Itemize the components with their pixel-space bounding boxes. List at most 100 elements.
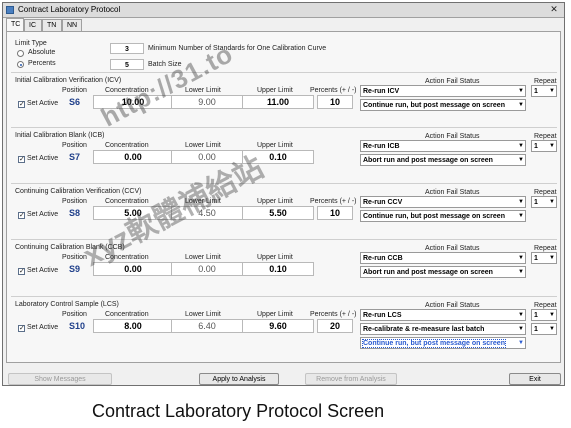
upper-limit-field[interactable]: 5.50	[242, 206, 314, 220]
chevron-down-icon[interactable]: ▼	[549, 253, 555, 263]
lower-limit-field[interactable]: 0.00	[171, 262, 243, 276]
set-active-checkbox[interactable]: ✓	[18, 268, 25, 275]
chevron-down-icon[interactable]: ▼	[549, 86, 555, 96]
set-active-checkbox[interactable]: ✓	[18, 325, 25, 332]
divider	[11, 296, 557, 297]
action-fail-status-header: Action Fail Status	[425, 245, 480, 252]
position-header: Position	[62, 87, 87, 94]
chevron-down-icon[interactable]: ▼	[518, 100, 524, 110]
chevron-down-icon[interactable]: ▼	[518, 253, 524, 263]
divider	[11, 127, 557, 128]
tab-tc[interactable]: TC	[6, 18, 24, 31]
tab-tn[interactable]: TN	[42, 19, 62, 31]
upper-limit-header: Upper Limit	[257, 87, 293, 94]
min-standards-input[interactable]: 3	[110, 43, 144, 54]
action-fail-value: Re-run ICB	[363, 143, 400, 150]
action-fail-dropdown[interactable]: Re-calibrate & re-measure last batch ▼	[360, 323, 526, 335]
concentration-header: Concentration	[105, 311, 149, 318]
set-active-checkbox[interactable]: ✓	[18, 101, 25, 108]
action-fail-value: Re-run CCB	[363, 255, 403, 262]
chevron-down-icon[interactable]: ▼	[518, 155, 524, 165]
position-header: Position	[62, 142, 87, 149]
repeat-dropdown[interactable]: 1 ▼	[531, 252, 557, 264]
repeat-header: Repeat	[534, 78, 557, 85]
repeat-value: 1	[534, 255, 538, 262]
repeat-dropdown[interactable]: 1 ▼	[531, 309, 557, 321]
position-header: Position	[62, 311, 87, 318]
chevron-down-icon[interactable]: ▼	[549, 141, 555, 151]
action-fail-value: Abort run and post message on screen	[363, 157, 493, 164]
lower-limit-header: Lower Limit	[185, 142, 221, 149]
upper-limit-header: Upper Limit	[257, 198, 293, 205]
action-fail-value: Abort run and post message on screen	[363, 269, 493, 276]
action-fail-value: Re-run ICV	[363, 88, 400, 95]
percents-radio[interactable]	[17, 61, 24, 68]
concentration-field[interactable]: 8.00	[93, 319, 173, 333]
remove-from-analysis-button[interactable]: Remove from Analysis	[305, 373, 397, 385]
action-fail-dropdown[interactable]: Re-run ICB ▼	[360, 140, 526, 152]
title-bar: Contract Laboratory Protocol ✕	[3, 3, 564, 18]
close-icon[interactable]: ✕	[547, 4, 561, 15]
repeat-dropdown[interactable]: 1 ▼	[531, 323, 557, 335]
action-fail-dropdown[interactable]: Re-run ICV ▼	[360, 85, 526, 97]
action-fail-dropdown[interactable]: Abort run and post message on screen ▼	[360, 154, 526, 166]
batch-size-input[interactable]: 5	[110, 59, 144, 70]
chevron-down-icon[interactable]: ▼	[518, 211, 524, 221]
chevron-down-icon[interactable]: ▼	[518, 310, 524, 320]
divider	[11, 183, 557, 184]
repeat-value: 1	[534, 199, 538, 206]
set-active-checkbox[interactable]: ✓	[18, 212, 25, 219]
lower-limit-field[interactable]: 6.40	[171, 319, 243, 333]
action-fail-dropdown[interactable]: Abort run and post message on screen ▼	[360, 266, 526, 278]
percents-field[interactable]: 10	[317, 206, 353, 220]
chevron-down-icon[interactable]: ▼	[518, 267, 524, 277]
chevron-down-icon[interactable]: ▼	[549, 324, 555, 334]
repeat-header: Repeat	[534, 302, 557, 309]
action-fail-dropdown[interactable]: Continue run, but post message on screen…	[360, 210, 526, 222]
section-title: Laboratory Control Sample (LCS)	[15, 301, 119, 308]
set-active-checkbox[interactable]: ✓	[18, 156, 25, 163]
section-title: Initial Calibration Blank (ICB)	[15, 132, 105, 139]
action-fail-status-header: Action Fail Status	[425, 133, 480, 140]
set-active-label: Set Active	[27, 324, 59, 331]
percents-field[interactable]: 10	[317, 95, 353, 109]
lower-limit-field[interactable]: 9.00	[171, 95, 243, 109]
upper-limit-field[interactable]: 11.00	[242, 95, 314, 109]
upper-limit-field[interactable]: 0.10	[242, 262, 314, 276]
chevron-down-icon[interactable]: ▼	[518, 197, 524, 207]
percents-field[interactable]: 20	[317, 319, 353, 333]
action-fail-dropdown[interactable]: Re-run CCB ▼	[360, 252, 526, 264]
exit-button[interactable]: Exit	[509, 373, 561, 385]
section-title: Continuing Calibration Verification (CCV…	[15, 188, 142, 195]
chevron-down-icon[interactable]: ▼	[549, 197, 555, 207]
tab-nn[interactable]: NN	[62, 19, 82, 31]
upper-limit-field[interactable]: 9.60	[242, 319, 314, 333]
action-fail-dropdown[interactable]: Continue run, but post message on screen…	[360, 99, 526, 111]
chevron-down-icon[interactable]: ▼	[549, 310, 555, 320]
repeat-dropdown[interactable]: 1 ▼	[531, 140, 557, 152]
chevron-down-icon[interactable]: ▼	[518, 141, 524, 151]
set-active-label: Set Active	[27, 267, 59, 274]
concentration-field[interactable]: 0.00	[93, 150, 173, 164]
show-messages-button[interactable]: Show Messages	[8, 373, 112, 385]
action-fail-dropdown[interactable]: Re-run CCV ▼	[360, 196, 526, 208]
repeat-dropdown[interactable]: 1 ▼	[531, 85, 557, 97]
position-value: S8	[69, 208, 81, 218]
chevron-down-icon[interactable]: ▼	[518, 86, 524, 96]
chevron-down-icon[interactable]: ▼	[518, 324, 524, 334]
repeat-dropdown[interactable]: 1 ▼	[531, 196, 557, 208]
section-title: Initial Calibration Verification (ICV)	[15, 77, 122, 84]
action-fail-dropdown[interactable]: Continue run, but post message on screen…	[360, 337, 526, 349]
action-fail-value: Re-run LCS	[363, 312, 402, 319]
upper-limit-header: Upper Limit	[257, 311, 293, 318]
repeat-value: 1	[534, 143, 538, 150]
action-fail-dropdown[interactable]: Re-run LCS ▼	[360, 309, 526, 321]
chevron-down-icon[interactable]: ▼	[518, 338, 524, 348]
position-value: S10	[69, 321, 86, 331]
apply-to-analysis-button[interactable]: Apply to Analysis	[199, 373, 279, 385]
tab-ic[interactable]: IC	[24, 19, 42, 31]
set-active-label: Set Active	[27, 100, 59, 107]
repeat-header: Repeat	[534, 189, 557, 196]
absolute-radio[interactable]	[17, 50, 24, 57]
app-icon	[6, 6, 14, 14]
